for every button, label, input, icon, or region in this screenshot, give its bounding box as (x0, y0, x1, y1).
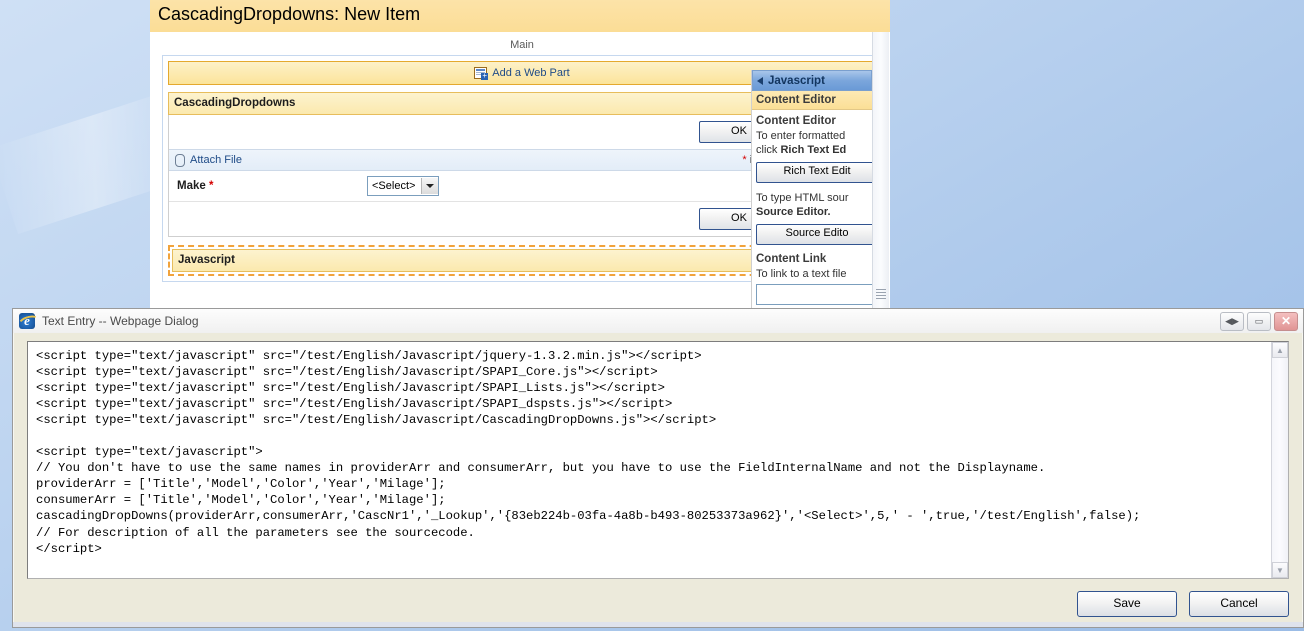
zone-title: Main (162, 36, 882, 55)
tool-pane-body: Content Editor To enter formatted click … (752, 110, 872, 308)
source-editor-description: To type HTML sour (756, 191, 868, 205)
dialog-content: <script type="text/javascript" src="/tes… (13, 333, 1303, 579)
scrollbar-grip[interactable] (876, 287, 886, 301)
rich-text-description-line2: click Rich Text Ed (756, 143, 868, 157)
source-code-text[interactable]: <script type="text/javascript" src="/tes… (28, 342, 1288, 563)
chevron-down-icon[interactable] (421, 178, 438, 194)
tool-pane-section-header[interactable]: Content Editor (752, 91, 872, 110)
add-web-part-icon: + (474, 67, 488, 80)
back-arrow-icon[interactable] (757, 77, 763, 85)
dialog-bottom-strip (13, 622, 1303, 627)
add-web-part-label: Add a Web Part (492, 62, 569, 84)
content-link-input[interactable] (756, 284, 872, 305)
dialog-title: Text Entry -- Webpage Dialog (42, 314, 1213, 328)
rich-text-description-line1: To enter formatted (756, 129, 868, 143)
scroll-down-arrow-icon[interactable]: ▼ (1272, 562, 1288, 578)
browser-window: CascadingDropdowns: New Item Main + Add … (150, 0, 890, 310)
web-part-title: CascadingDropdowns (169, 93, 807, 114)
content-link-description: To link to a text file (756, 267, 868, 281)
dialog-window-controls: ◀▶ ▭ ✕ (1220, 312, 1303, 331)
rich-text-editor-button[interactable]: Rich Text Edit (756, 162, 872, 183)
source-editor-description-bold: Source Editor. (756, 205, 868, 219)
source-editor-button[interactable]: Source Edito (756, 224, 872, 245)
page-title-band: CascadingDropdowns: New Item (150, 0, 890, 32)
tool-pane: Javascript Content Editor Content Editor… (751, 70, 872, 308)
text-entry-dialog: e Text Entry -- Webpage Dialog ◀▶ ▭ ✕ <s… (12, 308, 1304, 628)
cancel-button[interactable]: Cancel (1189, 591, 1289, 617)
paperclip-icon (175, 154, 185, 167)
restore-button[interactable]: ◀▶ (1220, 312, 1244, 331)
tool-pane-titlebar[interactable]: Javascript (752, 70, 872, 91)
browser-vertical-scrollbar[interactable] (872, 32, 889, 310)
make-dropdown[interactable]: <Select> (367, 176, 439, 196)
attach-file-link[interactable]: Attach File (175, 154, 742, 167)
make-dropdown-value: <Select> (372, 180, 421, 192)
dialog-titlebar[interactable]: e Text Entry -- Webpage Dialog ◀▶ ▭ ✕ (13, 309, 1303, 333)
close-button[interactable]: ✕ (1274, 312, 1298, 331)
source-code-textarea[interactable]: <script type="text/javascript" src="/tes… (27, 341, 1289, 579)
internet-explorer-icon: e (19, 313, 35, 329)
field-label-text: Make (177, 180, 206, 192)
tool-pane-title: Javascript (768, 75, 825, 87)
field-label-make: Make * (177, 180, 367, 192)
dialog-footer: Save Cancel (1077, 591, 1289, 617)
page-body: Main + Add a Web Part CascadingDropdowns (150, 32, 890, 310)
source-editor-bold-label: Source Editor. (756, 206, 831, 218)
field-required-asterisk: * (209, 180, 213, 192)
rich-text-desc-prefix: click (756, 144, 780, 156)
page-title: CascadingDropdowns: New Item (158, 4, 890, 25)
content-link-heading: Content Link (756, 253, 868, 265)
content-editor-heading: Content Editor (756, 115, 868, 127)
save-button[interactable]: Save (1077, 591, 1177, 617)
attach-file-label: Attach File (190, 154, 242, 166)
rich-text-desc-bold: Rich Text Ed (780, 144, 846, 156)
web-part-title: Javascript (173, 250, 803, 271)
minimize-button[interactable]: ▭ (1247, 312, 1271, 331)
scroll-up-arrow-icon[interactable]: ▲ (1272, 342, 1288, 358)
textarea-vertical-scrollbar[interactable]: ▲ ▼ (1271, 342, 1288, 578)
